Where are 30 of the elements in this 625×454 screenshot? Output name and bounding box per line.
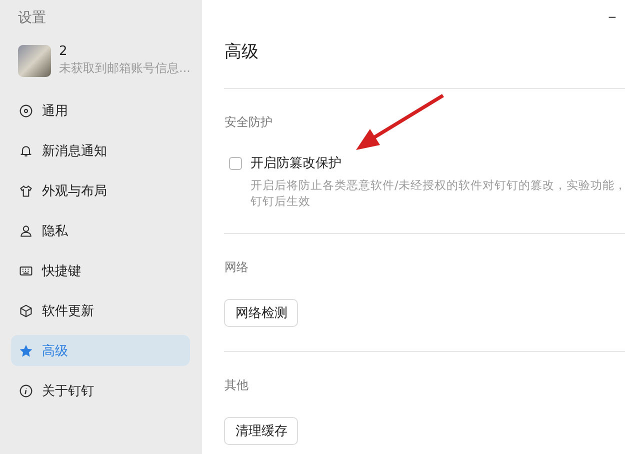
info-icon [19,384,33,398]
action-button[interactable]: 清理缓存 [224,417,298,445]
description-text: 开启后将防止各类恶意软件/未经授权的软件对钉钉的篡改，实验功能， [250,177,625,193]
bell-icon [19,144,33,158]
section-heading: 网络 [224,259,250,276]
page-title: 高级 [224,41,260,63]
person-icon [19,224,33,238]
gear-icon [19,104,33,118]
profile-name: 2 [59,44,68,59]
action-button[interactable]: 网络检测 [224,299,298,327]
sidebar-item[interactable]: 新消息通知 [11,135,190,166]
sidebar-item[interactable]: 关于钉钉 [11,375,190,406]
profile-subtitle: 未获取到邮箱账号信息... [59,60,190,77]
sidebar-item[interactable]: 通用 [11,95,190,126]
minimize-button[interactable]: − [598,9,625,25]
avatar-placeholder [18,44,51,76]
checkbox[interactable] [229,156,242,170]
section-heading: 其他 [224,377,250,394]
cube-icon [19,304,33,318]
keyboard-icon [19,264,33,278]
shirt-icon [19,184,33,198]
section-heading: 安全防护 [224,114,274,131]
sidebar-item[interactable]: 软件更新 [11,295,190,326]
sidebar-item[interactable]: 快捷键 [11,255,190,286]
sidebar-item[interactable]: 隐私 [11,215,190,246]
description-text: 钉钉后生效 [250,193,312,209]
sidebar-item[interactable]: 外观与布局 [11,175,190,206]
sidebar-title: 设置 [17,9,47,27]
star-icon [19,344,33,358]
checkbox-label: 开启防篡改保护 [250,155,342,172]
